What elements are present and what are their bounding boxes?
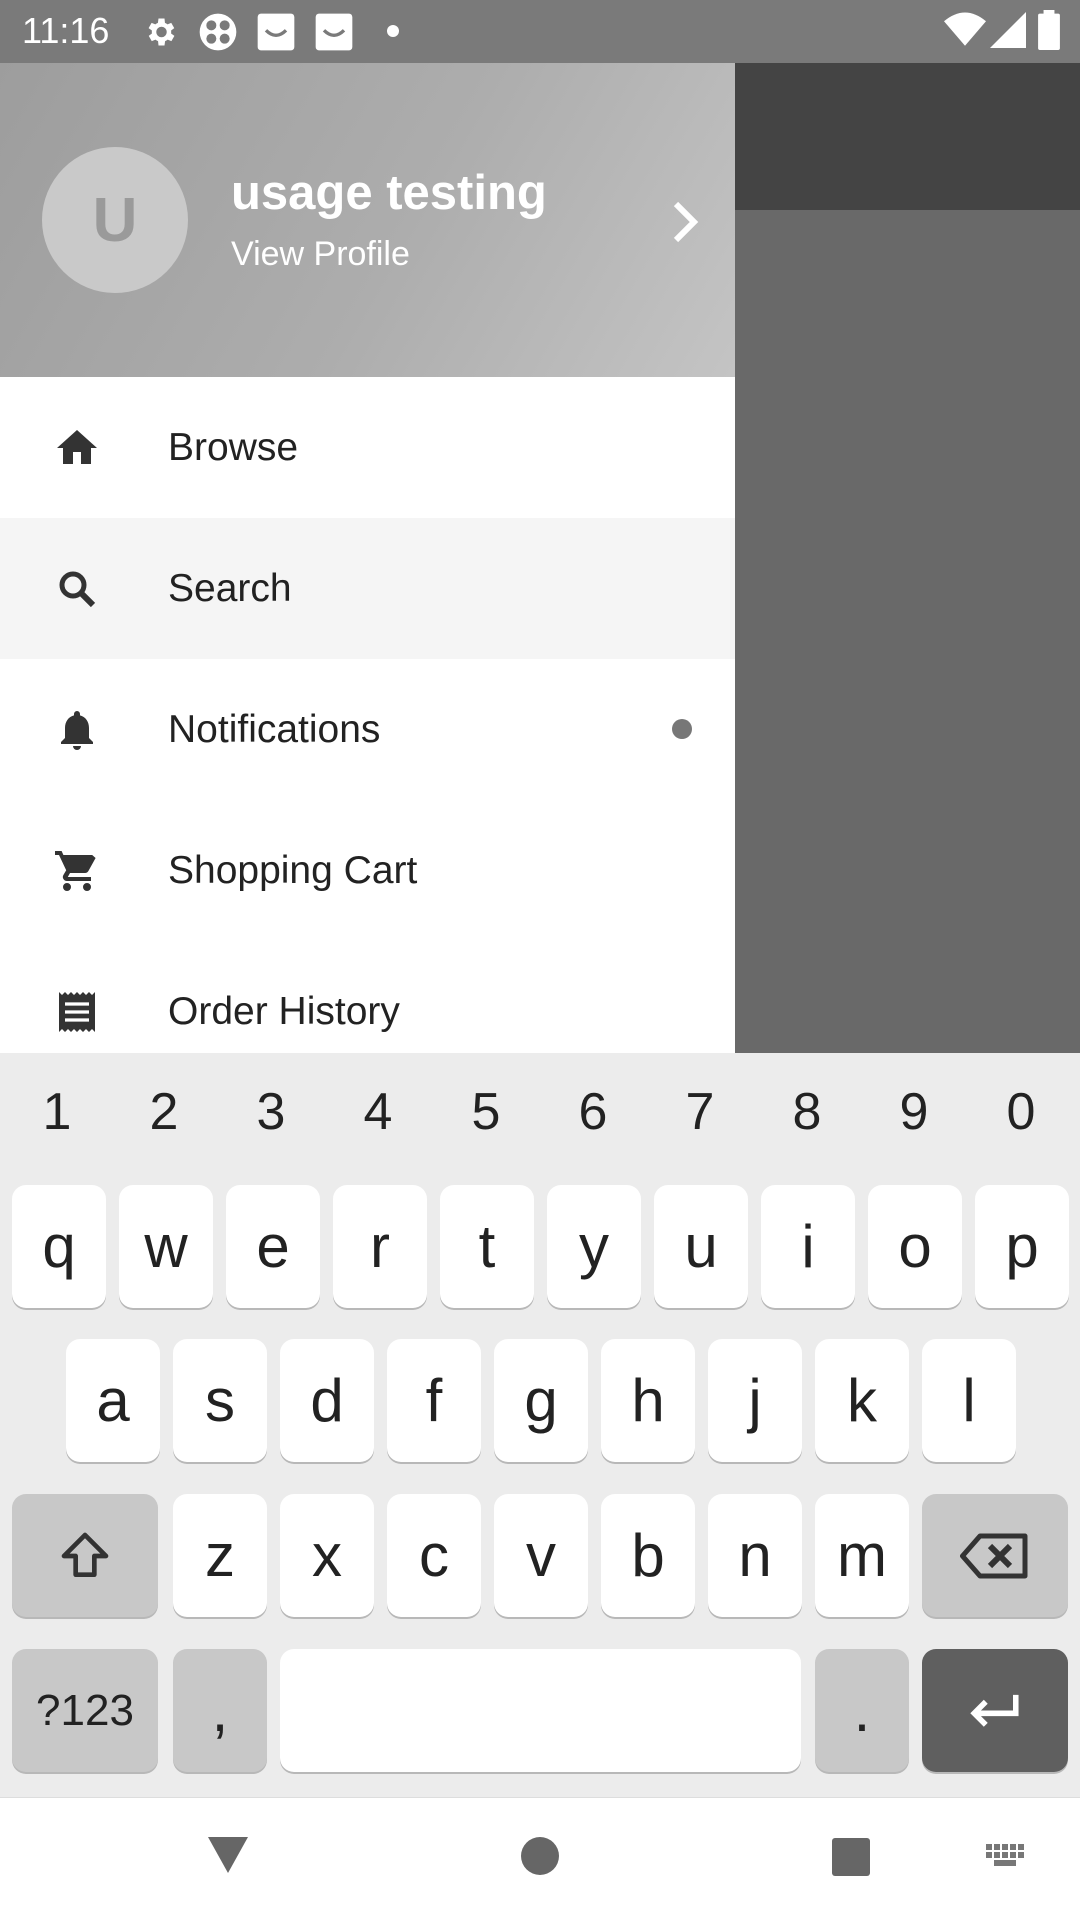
key-j[interactable]: j [708, 1339, 802, 1462]
drawer-header[interactable]: U usage testing View Profile [0, 63, 735, 377]
key-9[interactable]: 9 [884, 1082, 944, 1142]
menu-item-order-history[interactable]: Order History [0, 941, 735, 1053]
status-time: 11:16 [22, 10, 110, 51]
recents-icon[interactable] [829, 1835, 873, 1879]
face-icon [315, 13, 353, 51]
key-f[interactable]: f [387, 1339, 481, 1462]
period-key[interactable]: . [815, 1649, 909, 1772]
signal-icon [990, 12, 1026, 48]
key-2[interactable]: 2 [134, 1082, 194, 1142]
key-4[interactable]: 4 [348, 1082, 408, 1142]
menu-item-label: Search [168, 566, 292, 610]
key-g[interactable]: g [494, 1339, 588, 1462]
menu-item-label: Order History [168, 989, 400, 1033]
key-8[interactable]: 8 [777, 1082, 837, 1142]
key-l[interactable]: l [922, 1339, 1016, 1462]
key-7[interactable]: 7 [670, 1082, 730, 1142]
key-s[interactable]: s [173, 1339, 267, 1462]
keyboard-switch-icon[interactable] [984, 1842, 1030, 1874]
settings-icon [148, 18, 175, 46]
key-k[interactable]: k [815, 1339, 909, 1462]
back-icon[interactable] [204, 1833, 252, 1877]
key-0[interactable]: 0 [991, 1082, 1051, 1142]
key-a[interactable]: a [66, 1339, 160, 1462]
face-icon [257, 13, 295, 51]
enter-icon [970, 1694, 1019, 1727]
key-t[interactable]: t [440, 1185, 534, 1308]
key-o[interactable]: o [868, 1185, 962, 1308]
battery-icon [1038, 10, 1060, 50]
key-n[interactable]: n [708, 1494, 802, 1617]
shift-key[interactable] [12, 1494, 158, 1617]
dot-icon [387, 25, 399, 37]
menu-item-browse[interactable]: Browse [0, 377, 735, 518]
key-6[interactable]: 6 [563, 1082, 623, 1142]
menu-item-label: Shopping Cart [168, 848, 418, 892]
background-toolbar [735, 63, 1080, 210]
navigation-drawer: U usage testing View Profile Browse Sear… [0, 63, 735, 1053]
key-v[interactable]: v [494, 1494, 588, 1617]
user-name: usage testing [231, 166, 547, 220]
wifi-icon [944, 12, 986, 46]
key-c[interactable]: c [387, 1494, 481, 1617]
key-1[interactable]: 1 [27, 1082, 87, 1142]
key-w[interactable]: w [119, 1185, 213, 1308]
key-b[interactable]: b [601, 1494, 695, 1617]
key-z[interactable]: z [173, 1494, 267, 1617]
avatar[interactable]: U [42, 147, 188, 293]
key-u[interactable]: u [654, 1185, 748, 1308]
shift-icon [61, 1532, 109, 1577]
key-d[interactable]: d [280, 1339, 374, 1462]
key-5[interactable]: 5 [456, 1082, 516, 1142]
symbols-key[interactable]: ?123 [12, 1649, 158, 1772]
search-icon [59, 571, 96, 607]
key-h[interactable]: h [601, 1339, 695, 1462]
backspace-icon [960, 1533, 1028, 1578]
chevron-right-icon[interactable] [668, 198, 704, 246]
menu-item-shopping-cart[interactable]: Shopping Cart [0, 800, 735, 941]
app-grid-icon [199, 13, 237, 51]
receipt-icon [59, 991, 95, 1032]
menu-item-label: Notifications [168, 707, 381, 751]
drawer-scrim[interactable] [735, 210, 1080, 1053]
key-i[interactable]: i [761, 1185, 855, 1308]
key-q[interactable]: q [12, 1185, 106, 1308]
home-icon [57, 429, 97, 464]
key-r[interactable]: r [333, 1185, 427, 1308]
menu-item-notifications[interactable]: Notifications [0, 659, 735, 800]
home-nav-icon[interactable] [518, 1834, 562, 1878]
system-navigation-bar [0, 1797, 1080, 1921]
bell-icon [61, 710, 93, 750]
status-bar: 11:16 [0, 0, 1080, 63]
comma-key[interactable]: , [173, 1649, 267, 1772]
key-p[interactable]: p [975, 1185, 1069, 1308]
backspace-key[interactable] [922, 1494, 1068, 1617]
notification-badge-dot [672, 719, 692, 739]
key-3[interactable]: 3 [241, 1082, 301, 1142]
view-profile-link[interactable]: View Profile [231, 235, 410, 274]
cart-icon [55, 850, 96, 891]
menu-item-label: Browse [168, 425, 299, 469]
spacebar[interactable] [280, 1649, 801, 1772]
enter-key[interactable] [922, 1649, 1068, 1772]
key-e[interactable]: e [226, 1185, 320, 1308]
key-y[interactable]: y [547, 1185, 641, 1308]
key-m[interactable]: m [815, 1494, 909, 1617]
key-x[interactable]: x [280, 1494, 374, 1617]
menu-item-search[interactable]: Search [0, 518, 735, 659]
